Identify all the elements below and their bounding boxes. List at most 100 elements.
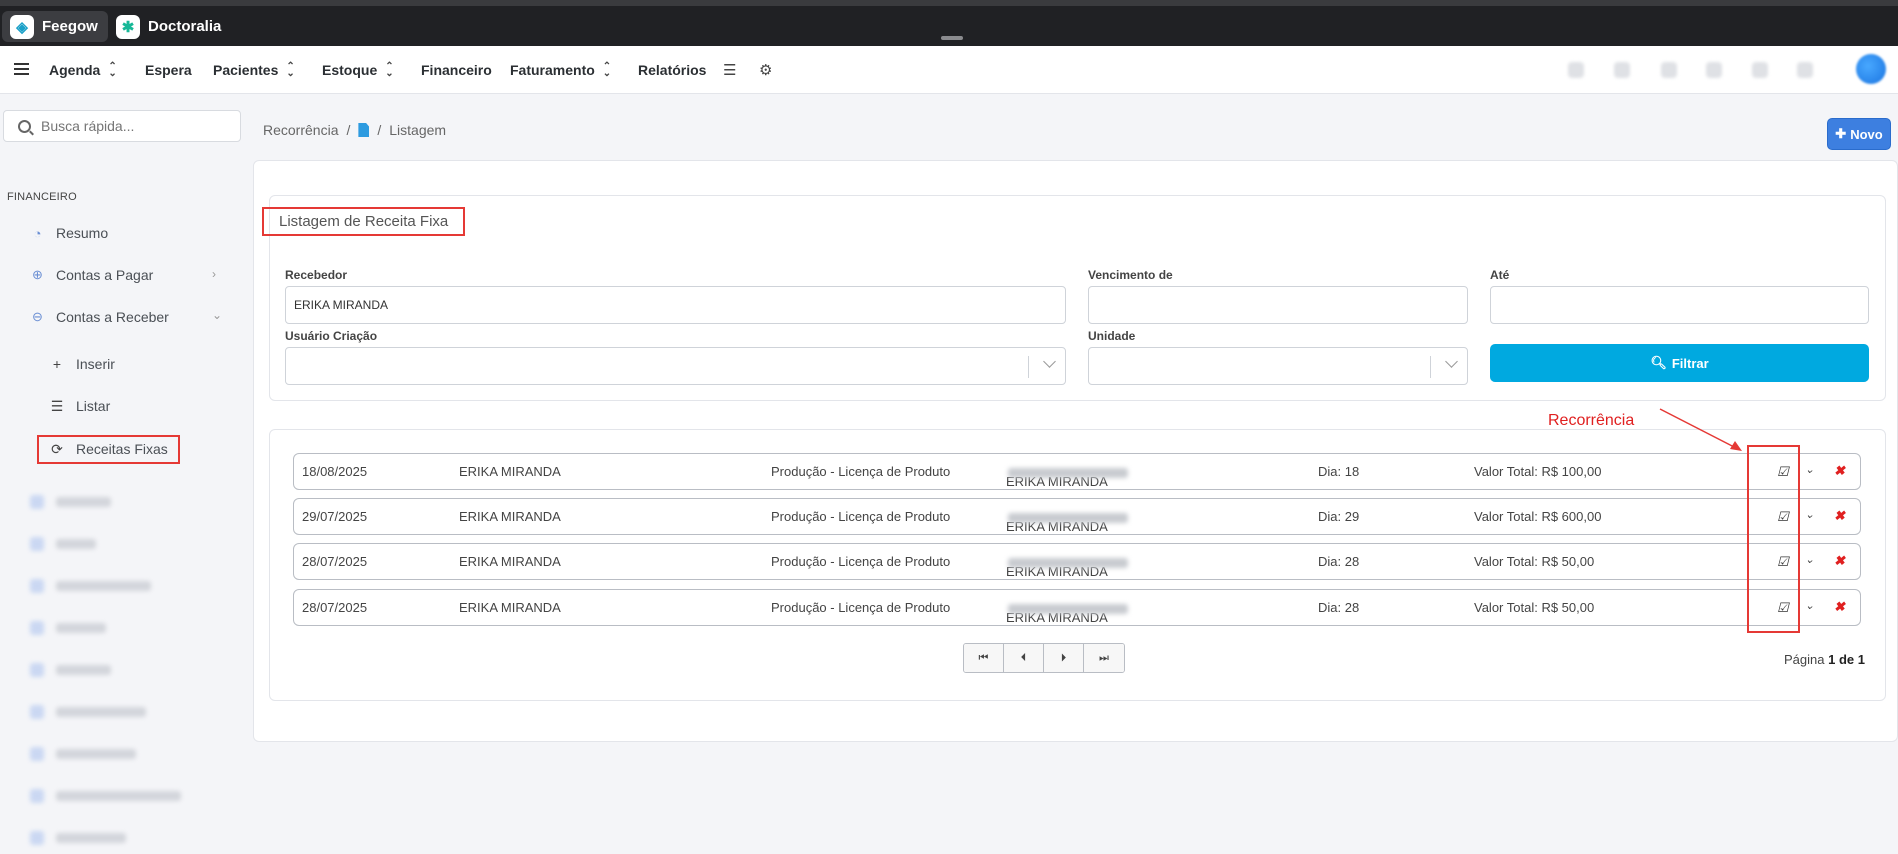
drag-handle[interactable]	[941, 36, 963, 40]
vencimento-input[interactable]	[1088, 286, 1468, 324]
sidebar-subitem-inserir[interactable]: + Inserir	[50, 352, 115, 376]
chevron-down-icon: ⌄	[212, 308, 223, 322]
menu-icon[interactable]	[14, 63, 29, 75]
sidebar-item-blurred[interactable]	[30, 537, 96, 551]
user-icon[interactable]	[1706, 62, 1722, 78]
row-day: Dia: 18	[1318, 464, 1360, 479]
filtrar-button[interactable]: 🔍︎ Filtrar	[1490, 344, 1869, 382]
nav-agenda[interactable]: Agenda ⌃ ⌄	[49, 46, 117, 94]
sidebar-item-contas-a-receber[interactable]: ⊖ Contas a Receber	[30, 305, 169, 329]
sidebar-item-blurred[interactable]	[30, 705, 146, 719]
sidebar-item-blurred[interactable]	[30, 495, 111, 509]
first-page-icon[interactable]: ⏮	[964, 644, 1004, 672]
nav-espera[interactable]: Espera	[145, 46, 192, 94]
row-day: Dia: 29	[1318, 509, 1360, 524]
delete-icon[interactable]: ✖	[1834, 463, 1845, 479]
pen-icon[interactable]	[1568, 62, 1584, 78]
row-name: ERIKA MIRANDA	[459, 509, 561, 524]
row-name: ERIKA MIRANDA	[459, 554, 561, 569]
table-row[interactable]: 28/07/2025 ERIKA MIRANDA Produção - Lice…	[293, 543, 1861, 580]
row-total: Valor Total: R$ 600,00	[1474, 509, 1602, 524]
bell-icon[interactable]	[1797, 62, 1813, 78]
delete-icon[interactable]: ✖	[1834, 553, 1845, 569]
recebedor-input[interactable]: ERIKA MIRANDA	[285, 286, 1066, 324]
row-total: Valor Total: R$ 100,00	[1474, 464, 1602, 479]
plus-icon: ✚	[1835, 126, 1847, 141]
row-day: Dia: 28	[1318, 600, 1360, 615]
sort-icon: ⌃ ⌄	[286, 61, 295, 79]
refresh-icon: ⟳	[51, 440, 63, 457]
annotation-highlight	[1747, 445, 1800, 633]
expand-icon[interactable]: ⌄	[1805, 553, 1814, 566]
expand-icon[interactable]: ⌄	[1805, 508, 1814, 521]
main-navbar: Agenda ⌃ ⌄ Espera Pacientes ⌃ ⌄ Estoque ⌃ ⌄ Fi…	[0, 46, 1898, 94]
row-date: 29/07/2025	[302, 509, 368, 524]
sidebar: FINANCEIRO ◔ Resumo ⊕ Contas a Pagar › ⊖…	[0, 95, 244, 854]
sidebar-item-contas-a-pagar[interactable]: ⊕ Contas a Pagar	[30, 263, 153, 287]
row-product: Produção - Licença de Produto	[771, 554, 951, 569]
ate-label: Até	[1490, 268, 1510, 282]
sidebar-subitem-listar[interactable]: ☰ Listar	[50, 394, 111, 418]
breadcrumb-listagem: Listagem	[389, 122, 447, 138]
sidebar-item-blurred[interactable]	[30, 747, 136, 761]
expand-icon[interactable]: ⌄	[1805, 463, 1814, 476]
database-icon[interactable]: ☰	[723, 61, 736, 79]
usuario-criacao-select[interactable]	[285, 347, 1066, 385]
sidebar-item-resumo[interactable]: ◔ Resumo	[30, 221, 109, 245]
novo-button[interactable]: ✚ Novo	[1827, 118, 1891, 150]
filter-icon[interactable]	[1661, 62, 1677, 78]
sidebar-item-blurred[interactable]	[30, 663, 111, 677]
arrow-up-circle-icon: ⊕	[32, 267, 43, 282]
next-page-icon[interactable]: ⏵	[1044, 644, 1084, 672]
table-row[interactable]: 28/07/2025 ERIKA MIRANDA Produção - Lice…	[293, 589, 1861, 626]
page-info: Página 1 de 1	[1784, 652, 1865, 667]
delete-icon[interactable]: ✖	[1834, 599, 1845, 615]
sidebar-item-blurred[interactable]	[30, 789, 181, 803]
app-tab-doctoralia[interactable]: ✱ Doctoralia	[108, 11, 231, 42]
table-row[interactable]: 18/08/2025 ERIKA MIRANDA Produção - Lice…	[293, 453, 1861, 490]
chevron-down-icon	[1445, 355, 1458, 368]
redacted-text	[1008, 467, 1128, 478]
row-product: Produção - Licença de Produto	[771, 600, 951, 615]
row-product: Produção - Licença de Produto	[771, 509, 951, 524]
nav-faturamento[interactable]: Faturamento ⌃ ⌄	[510, 46, 611, 94]
annotation-arrow	[1659, 408, 1742, 451]
expand-icon[interactable]: ⌄	[1805, 599, 1814, 612]
nav-relatorios[interactable]: Relatórios	[638, 46, 706, 94]
annotation-label: Recorrência	[1548, 412, 1635, 429]
app-tab-feegow[interactable]: ◈ Feegow	[2, 11, 108, 42]
search-input[interactable]	[41, 118, 221, 134]
row-name: ERIKA MIRANDA	[459, 464, 561, 479]
delete-icon[interactable]: ✖	[1834, 508, 1845, 524]
chevron-right-icon: ›	[212, 267, 216, 281]
vencimento-label: Vencimento de	[1088, 268, 1173, 282]
table-row[interactable]: 29/07/2025 ERIKA MIRANDA Produção - Lice…	[293, 498, 1861, 535]
search-icon: 🔍︎	[1650, 355, 1667, 370]
document-icon	[358, 123, 370, 137]
feegow-logo-icon: ◈	[10, 14, 34, 39]
row-payer: ERIKA MIRANDA	[1006, 600, 1128, 625]
nav-pacientes[interactable]: Pacientes ⌃ ⌄	[213, 46, 295, 94]
usuario-criacao-label: Usuário Criação	[285, 329, 378, 343]
message-icon[interactable]	[1752, 62, 1768, 78]
row-payer: ERIKA MIRANDA	[1006, 554, 1128, 579]
nav-financeiro[interactable]: Financeiro	[421, 46, 492, 94]
quick-search[interactable]	[3, 110, 241, 142]
breadcrumb-recorrencia[interactable]: Recorrência	[263, 122, 338, 138]
sidebar-item-blurred[interactable]	[30, 621, 106, 635]
nav-estoque[interactable]: Estoque ⌃ ⌄	[322, 46, 394, 94]
prev-page-icon[interactable]: ⏴	[1004, 644, 1044, 672]
row-total: Valor Total: R$ 50,00	[1474, 554, 1595, 569]
row-date: 28/07/2025	[302, 554, 368, 569]
row-payer: ERIKA MIRANDA	[1006, 509, 1128, 534]
sidebar-subitem-receitas-fixas[interactable]: ⟳ Receitas Fixas	[50, 437, 168, 461]
gear-icon[interactable]: ⚙	[759, 61, 772, 79]
sidebar-item-blurred[interactable]	[30, 831, 126, 845]
last-page-icon[interactable]: ⏭	[1084, 644, 1124, 672]
avatar[interactable]	[1856, 54, 1886, 84]
chat-icon[interactable]	[1614, 62, 1630, 78]
sidebar-item-blurred[interactable]	[30, 579, 151, 593]
unidade-select[interactable]	[1088, 347, 1468, 385]
chevron-down-icon	[1043, 355, 1056, 368]
ate-input[interactable]	[1490, 286, 1869, 324]
